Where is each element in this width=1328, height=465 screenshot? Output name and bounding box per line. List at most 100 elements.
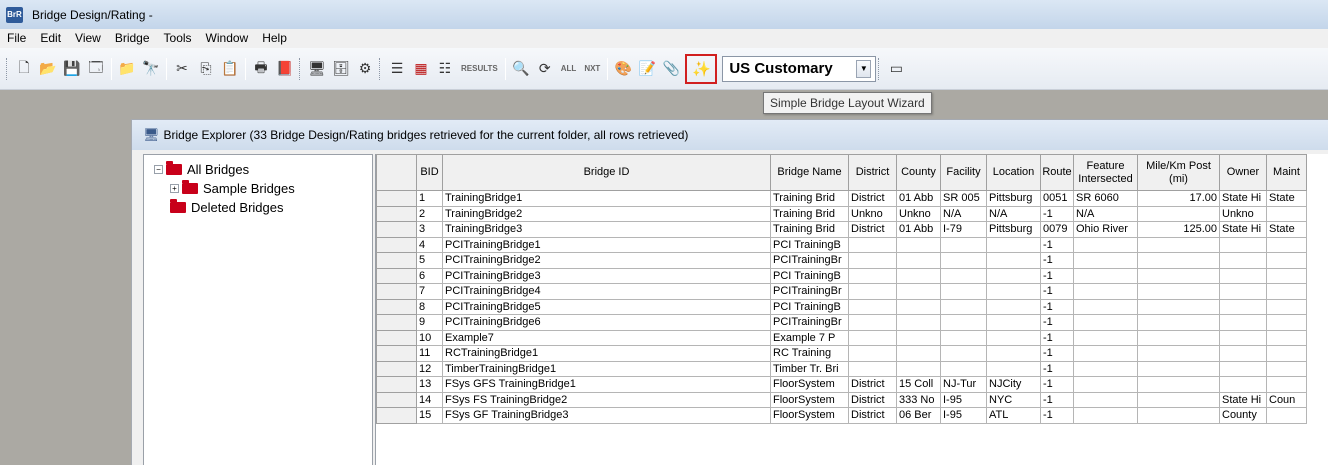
table-cell[interactable]: State Hi: [1219, 221, 1267, 238]
table-cell[interactable]: NJCity: [986, 376, 1041, 393]
collapse-icon[interactable]: −: [154, 164, 163, 174]
table-cell[interactable]: ATL: [986, 407, 1041, 424]
table-cell[interactable]: 7: [416, 283, 443, 300]
table-cell[interactable]: PCITrainingBridge1: [442, 236, 771, 253]
table-cell[interactable]: [1137, 376, 1220, 393]
table-cell[interactable]: District: [848, 376, 897, 393]
table-cell[interactable]: State: [1266, 221, 1307, 238]
table-cell[interactable]: 15: [416, 407, 443, 424]
table-cell[interactable]: [1073, 267, 1138, 284]
table-row[interactable]: 6 PCITrainingBridge3 PCI TrainingB -1: [376, 267, 1307, 284]
tree-item-all-bridges[interactable]: − All Bridges: [154, 160, 249, 178]
table-cell[interactable]: -1: [1040, 236, 1074, 253]
column-header[interactable]: District: [848, 154, 897, 191]
table-cell[interactable]: [940, 360, 987, 377]
row-selector[interactable]: [376, 407, 417, 424]
new-folder-icon[interactable]: 📁: [116, 58, 138, 80]
row-selector[interactable]: [376, 314, 417, 331]
next-button[interactable]: NXT: [582, 58, 602, 80]
table-cell[interactable]: Coun: [1266, 391, 1307, 408]
table-cell[interactable]: [986, 283, 1041, 300]
table-cell[interactable]: Training Brid: [770, 205, 849, 222]
table-cell[interactable]: [1137, 267, 1220, 284]
table-cell[interactable]: [848, 345, 897, 362]
simple-bridge-layout-wizard-icon[interactable]: ✨: [685, 53, 718, 84]
table-cell[interactable]: [1266, 283, 1307, 300]
print-icon[interactable]: 🖶: [250, 58, 272, 80]
table-cell[interactable]: [896, 345, 941, 362]
table-cell[interactable]: [986, 236, 1041, 253]
table-cell[interactable]: -1: [1040, 391, 1074, 408]
table-cell[interactable]: [1219, 252, 1267, 269]
table-row[interactable]: 4 PCITrainingBridge1 PCI TrainingB -1: [376, 236, 1307, 253]
table-cell[interactable]: [896, 298, 941, 315]
table-cell[interactable]: [1073, 376, 1138, 393]
column-header[interactable]: Feature Intersected: [1073, 154, 1138, 191]
expand-icon[interactable]: +: [170, 183, 179, 193]
table-cell[interactable]: TrainingBridge2: [442, 205, 771, 222]
table-cell[interactable]: [940, 345, 987, 362]
row-selector[interactable]: [376, 190, 417, 207]
all-button[interactable]: ALL: [559, 58, 579, 80]
table-cell[interactable]: [986, 345, 1041, 362]
tree-item-deleted-bridges[interactable]: Deleted Bridges: [170, 198, 284, 216]
table-cell[interactable]: [1137, 329, 1220, 346]
table-cell[interactable]: [848, 298, 897, 315]
table-cell[interactable]: 14: [416, 391, 443, 408]
table-cell[interactable]: 06 Ber: [896, 407, 941, 424]
table-cell[interactable]: 5: [416, 252, 443, 269]
table-cell[interactable]: -1: [1040, 329, 1074, 346]
new-file-icon[interactable]: 🗋: [13, 58, 35, 80]
table-cell[interactable]: 17.00: [1137, 190, 1220, 207]
table-cell[interactable]: Training Brid: [770, 221, 849, 238]
table-cell[interactable]: State: [1266, 190, 1307, 207]
table-cell[interactable]: [1073, 283, 1138, 300]
paperclip-icon[interactable]: 📎: [660, 58, 682, 80]
table-cell[interactable]: [1219, 283, 1267, 300]
table-cell[interactable]: [896, 252, 941, 269]
table-cell[interactable]: [1073, 360, 1138, 377]
table-cell[interactable]: Example 7 P: [770, 329, 849, 346]
table-row[interactable]: 8 PCITrainingBridge5 PCI TrainingB -1: [376, 298, 1307, 315]
table-cell[interactable]: [1073, 252, 1138, 269]
paste-icon[interactable]: 📋: [219, 58, 241, 80]
table-row[interactable]: 9 PCITrainingBridge6 PCITrainingBr -1: [376, 314, 1307, 331]
table-cell[interactable]: NYC: [986, 391, 1041, 408]
window-layout-icon[interactable]: ▭: [885, 58, 907, 80]
properties-icon[interactable]: 🗔: [85, 58, 107, 80]
table-row[interactable]: 12 TimberTrainingBridge1 Timber Tr. Bri -1: [376, 360, 1307, 377]
table-cell[interactable]: FSys FS TrainingBridge2: [442, 391, 771, 408]
table-row[interactable]: 3 TrainingBridge3 Training Brid District 01 …: [376, 221, 1307, 238]
table-cell[interactable]: District: [848, 190, 897, 207]
table-cell[interactable]: N/A: [940, 205, 987, 222]
table-cell[interactable]: State Hi: [1219, 391, 1267, 408]
table-cell[interactable]: [1137, 314, 1220, 331]
table-cell[interactable]: [1137, 407, 1220, 424]
table-cell[interactable]: PCITrainingBridge3: [442, 267, 771, 284]
table-cell[interactable]: [940, 236, 987, 253]
table-cell[interactable]: -1: [1040, 267, 1074, 284]
table-cell[interactable]: [940, 252, 987, 269]
table-cell[interactable]: TrainingBridge3: [442, 221, 771, 238]
table-cell[interactable]: PCITrainingBr: [770, 283, 849, 300]
table-cell[interactable]: [1137, 391, 1220, 408]
table-cell[interactable]: 8: [416, 298, 443, 315]
row-selector[interactable]: [376, 236, 417, 253]
table-cell[interactable]: [1219, 360, 1267, 377]
table-cell[interactable]: [848, 267, 897, 284]
table-cell[interactable]: [1266, 298, 1307, 315]
toolbar-grip[interactable]: [6, 57, 9, 80]
table-cell[interactable]: [896, 360, 941, 377]
table-cell[interactable]: [986, 329, 1041, 346]
table-cell[interactable]: 10: [416, 329, 443, 346]
table-cell[interactable]: PCITrainingBridge6: [442, 314, 771, 331]
table-cell[interactable]: [1137, 345, 1220, 362]
table-cell[interactable]: [986, 298, 1041, 315]
table-cell[interactable]: [940, 267, 987, 284]
table-cell[interactable]: [1137, 360, 1220, 377]
table-cell[interactable]: [848, 329, 897, 346]
table-cell[interactable]: 15 Coll: [896, 376, 941, 393]
table-cell[interactable]: [1266, 407, 1307, 424]
open-folder-icon[interactable]: 📂: [37, 58, 59, 80]
table-cell[interactable]: -1: [1040, 205, 1074, 222]
